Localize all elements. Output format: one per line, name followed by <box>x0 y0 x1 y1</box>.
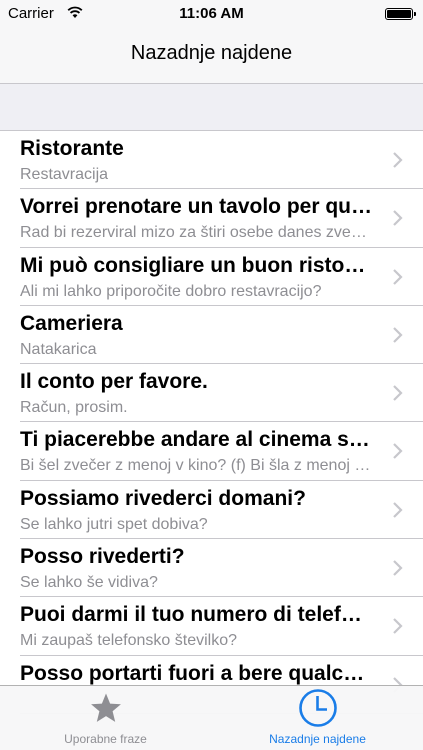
page-title: Nazadnje najdene <box>130 42 293 64</box>
list-item[interactable]: Mi può consigliare un buon ristorante? A… <box>0 247 423 307</box>
star-icon <box>90 693 121 722</box>
chevron-right-icon <box>393 385 403 401</box>
item-subtitle: Se lahko jutri spet dobiva? <box>20 515 208 533</box>
recent-phrases-list: Ristorante Restavracija Vorrei prenotare… <box>0 131 423 715</box>
item-title: Ti piacerebbe andare al cinema stasera? <box>20 428 372 452</box>
tab-useful-phrases[interactable]: Uporabne fraze <box>0 686 211 750</box>
list-item[interactable]: Possiamo rivederci domani? Se lahko jutr… <box>0 480 423 540</box>
item-title: Il conto per favore. <box>20 370 208 394</box>
list-item[interactable]: Vorrei prenotare un tavolo per quattro p… <box>0 189 423 248</box>
item-subtitle: Rad bi rezerviral mizo za štiri osebe da… <box>20 224 372 242</box>
chevron-right-icon <box>393 560 403 576</box>
chevron-right-icon <box>393 210 403 227</box>
item-subtitle: Se lahko še vidiva? <box>20 574 158 592</box>
battery-icon <box>385 8 416 20</box>
item-title: Cameriera <box>20 311 123 335</box>
status-bar: Carrier 11:06 AM <box>0 0 423 28</box>
item-subtitle: Mi zaupaš telefonsko številko? <box>20 632 237 650</box>
status-time: 11:06 AM <box>179 5 244 22</box>
chevron-right-icon <box>393 502 403 518</box>
tab-bar: Uporabne fraze Nazadnje najdene <box>0 685 423 750</box>
item-title: Posso portarti fuori a bere qualcosa? <box>20 661 372 685</box>
item-subtitle: Restavracija <box>20 166 109 183</box>
item-title: Posso rivederti? <box>20 545 185 569</box>
list-item[interactable]: Cameriera Natakarica <box>0 305 423 365</box>
item-subtitle: Račun, prosim. <box>20 399 128 417</box>
item-subtitle: Ali mi lahko priporočite dobro restavrac… <box>20 282 322 300</box>
item-title: Ristorante <box>20 137 124 160</box>
item-title: Puoi darmi il tuo numero di telefono? <box>20 603 372 627</box>
list-item[interactable]: Ti piacerebbe andare al cinema stasera? … <box>0 422 423 482</box>
item-title: Mi può consigliare un buon ristorante? <box>20 253 372 277</box>
chevron-right-icon <box>393 618 403 635</box>
chevron-right-icon <box>393 443 403 460</box>
list-item[interactable]: Il conto per favore. Račun, prosim. <box>0 364 423 423</box>
list-item[interactable]: Puoi darmi il tuo numero di telefono? Mi… <box>0 597 423 656</box>
section-header <box>0 84 423 131</box>
list-item[interactable]: Posso rivederti? Se lahko še vidiva? <box>0 539 423 598</box>
item-subtitle: Bi šel zvečer z menoj v kino? (f) Bi šla… <box>20 457 372 475</box>
navigation-bar: Nazadnje najdene <box>0 28 423 84</box>
item-subtitle: Natakarica <box>20 340 97 358</box>
item-title: Vorrei prenotare un tavolo per quattro p… <box>20 195 372 219</box>
item-title: Possiamo rivederci domani? <box>20 486 306 510</box>
chevron-right-icon <box>393 268 403 285</box>
chevron-right-icon <box>393 327 403 343</box>
list-item[interactable]: Ristorante Restavracija <box>0 131 423 190</box>
chevron-right-icon <box>393 152 403 168</box>
tab-recent[interactable]: Nazadnje najdene <box>212 686 423 750</box>
clock-icon <box>298 689 337 727</box>
tab-label: Nazadnje najdene <box>269 732 366 746</box>
tab-label: Uporabne fraze <box>64 732 147 746</box>
